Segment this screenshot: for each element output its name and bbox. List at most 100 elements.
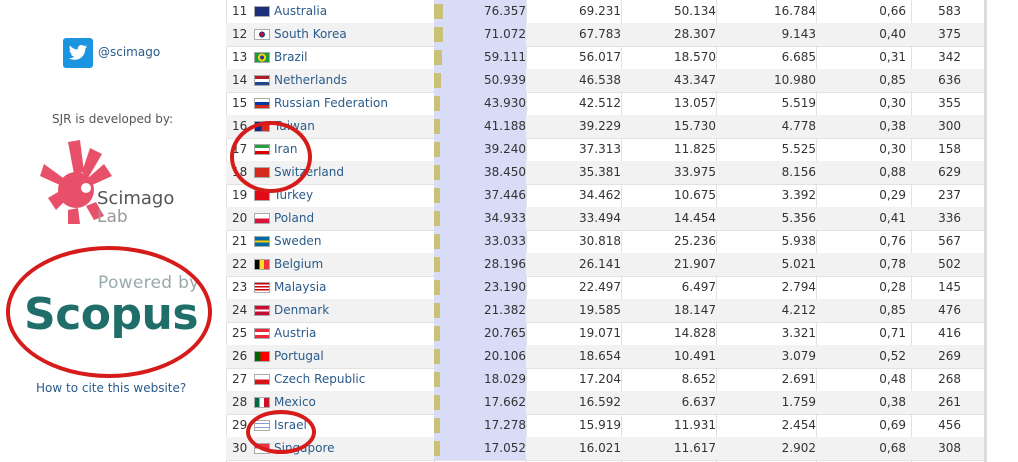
twitter-icon[interactable]: [63, 38, 93, 68]
rank-cell: 13: [232, 50, 248, 64]
value-cell-v3: 14.828: [674, 326, 716, 340]
brazil-flag-icon: [254, 52, 270, 63]
value-cell-v6: 456: [938, 418, 961, 432]
value-cell-v2: 56.017: [579, 50, 621, 64]
value-cell-v4: 5.938: [781, 234, 816, 248]
value-cell-v3: 6.637: [681, 395, 716, 409]
rank-cell: 15: [232, 96, 248, 110]
country-link[interactable]: Netherlands: [274, 69, 347, 92]
value-cell-v2: 30.818: [579, 234, 621, 248]
value-cell-v4: 16.784: [774, 4, 816, 18]
value-cell-v3: 43.347: [674, 73, 716, 87]
value-cell-v6: 237: [938, 188, 961, 202]
value-cell-v5: 0,71: [879, 326, 906, 340]
table-row: 24 Denmark 21.382 19.585 18.147 4.212 0,85 476: [226, 299, 984, 323]
value-cell-v3: 11.825: [674, 142, 716, 156]
country-link[interactable]: Poland: [274, 207, 314, 230]
table-row: 14 Netherlands 50.939 46.538 43.347 10.980 0,8…: [226, 69, 984, 93]
rank-cell: 14: [232, 73, 248, 87]
value-cell-v4: 5.021: [781, 257, 816, 271]
scimago-wordmark: Scimago: [97, 188, 175, 209]
value-cell-v1: 33.033: [484, 234, 526, 248]
rank-cell: 28: [232, 395, 248, 409]
value-cell-v3: 25.236: [674, 234, 716, 248]
annotation-circle-scopus: [6, 246, 212, 378]
scrollbar[interactable]: [984, 0, 987, 462]
value-cell-v5: 0,30: [879, 96, 906, 110]
value-cell-v1: 43.930: [484, 96, 526, 110]
value-cell-v5: 0,68: [879, 441, 906, 455]
country-link[interactable]: Malaysia: [274, 276, 326, 299]
country-link[interactable]: Brazil: [274, 46, 308, 69]
value-cell-v4: 8.156: [781, 165, 816, 179]
value-cell-v5: 0,30: [879, 142, 906, 156]
country-link[interactable]: Belgium: [274, 253, 323, 276]
table-row: 15 Russian Federation 43.930 42.512 13.057 5.…: [226, 92, 984, 116]
country-ranking-table: 11 Australia 76.357 69.231 50.134 16.784 0,66 5…: [226, 0, 984, 462]
value-cell-v1: 20.765: [484, 326, 526, 340]
table-row: 20 Poland 34.933 33.494 14.454 5.356 0,41 336: [226, 207, 984, 231]
value-cell-v6: 476: [938, 303, 961, 317]
value-cell-v4: 2.454: [781, 418, 816, 432]
rank-cell: 25: [232, 326, 248, 340]
value-cell-v1: 71.072: [484, 27, 526, 41]
table-row: 21 Sweden 33.033 30.818 25.236 5.938 0,76 567: [226, 230, 984, 254]
country-link[interactable]: Sweden: [274, 230, 321, 253]
value-cell-v3: 10.491: [674, 349, 716, 363]
value-cell-v5: 0,66: [879, 4, 906, 18]
country-link[interactable]: Portugal: [274, 345, 324, 368]
value-cell-v5: 0,88: [879, 165, 906, 179]
value-cell-v2: 46.538: [579, 73, 621, 87]
value-cell-v3: 50.134: [674, 4, 716, 18]
value-cell-v5: 0,29: [879, 188, 906, 202]
value-cell-v6: 261: [938, 395, 961, 409]
value-cell-v2: 26.141: [579, 257, 621, 271]
value-cell-v3: 8.652: [681, 372, 716, 386]
value-cell-v6: 268: [938, 372, 961, 386]
country-link[interactable]: Russian Federation: [274, 92, 388, 115]
value-cell-v5: 0,48: [879, 372, 906, 386]
value-cell-v1: 21.382: [484, 303, 526, 317]
value-cell-v5: 0,31: [879, 50, 906, 64]
country-link[interactable]: South Korea: [274, 23, 347, 46]
value-cell-v1: 18.029: [484, 372, 526, 386]
value-cell-v5: 0,69: [879, 418, 906, 432]
value-cell-v3: 14.454: [674, 211, 716, 225]
mexico-flag-icon: [254, 397, 270, 408]
table-row: 16 Taiwan 41.188 39.229 15.730 4.778 0,38 300: [226, 115, 984, 139]
rank-cell: 21: [232, 234, 248, 248]
australia-flag-icon: [254, 6, 270, 17]
twitter-handle-link[interactable]: @scimago: [98, 45, 160, 59]
value-cell-v4: 10.980: [774, 73, 816, 87]
value-cell-v6: 355: [938, 96, 961, 110]
country-link[interactable]: Austria: [274, 322, 316, 345]
country-link[interactable]: Australia: [274, 0, 327, 23]
country-link[interactable]: Denmark: [274, 299, 329, 322]
value-cell-v6: 375: [938, 27, 961, 41]
value-cell-v4: 5.519: [781, 96, 816, 110]
annotation-circle-iran: [230, 121, 312, 193]
value-cell-v3: 18.147: [674, 303, 716, 317]
value-cell-v3: 6.497: [681, 280, 716, 294]
value-cell-v3: 33.975: [674, 165, 716, 179]
table-row: 23 Malaysia 23.190 22.497 6.497 2.794 0,28 145: [226, 276, 984, 300]
rank-cell: 26: [232, 349, 248, 363]
table-row: 13 Brazil 59.111 56.017 18.570 6.685 0,31 342: [226, 46, 984, 70]
value-cell-v6: 629: [938, 165, 961, 179]
value-cell-v2: 35.381: [579, 165, 621, 179]
value-cell-v5: 0,28: [879, 280, 906, 294]
value-cell-v2: 22.497: [579, 280, 621, 294]
how-to-cite-link[interactable]: How to cite this website?: [36, 381, 186, 395]
value-cell-v5: 0,40: [879, 27, 906, 41]
russia-flag-icon: [254, 98, 270, 109]
value-cell-v6: 502: [938, 257, 961, 271]
table-row: 11 Australia 76.357 69.231 50.134 16.784 0,66 5…: [226, 0, 984, 24]
value-cell-v1: 50.939: [484, 73, 526, 87]
value-cell-v2: 15.919: [579, 418, 621, 432]
value-cell-v6: 636: [938, 73, 961, 87]
rank-cell: 23: [232, 280, 248, 294]
value-cell-v4: 3.392: [781, 188, 816, 202]
country-link[interactable]: Czech Republic: [274, 368, 365, 391]
table-row: 29 Israel 17.278 15.919 11.931 2.454 0,69 456: [226, 414, 984, 438]
value-cell-v3: 13.057: [674, 96, 716, 110]
